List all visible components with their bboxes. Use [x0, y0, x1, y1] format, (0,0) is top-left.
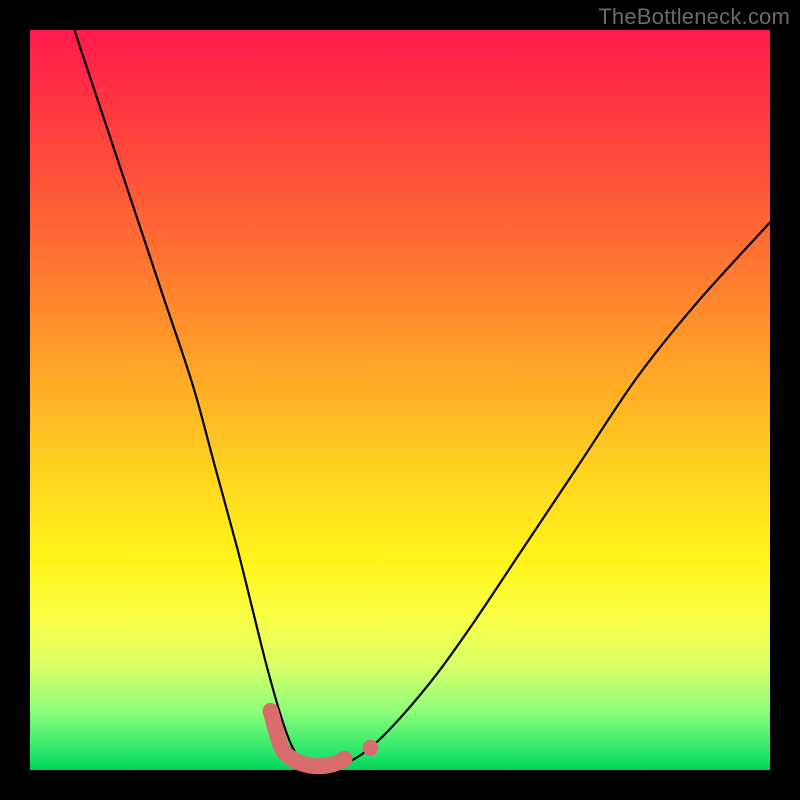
highlight-dot [362, 740, 378, 756]
chart-frame [30, 30, 770, 770]
chart-svg [30, 30, 770, 770]
watermark-text: TheBottleneck.com [598, 4, 790, 30]
bottleneck-curve [74, 30, 770, 771]
